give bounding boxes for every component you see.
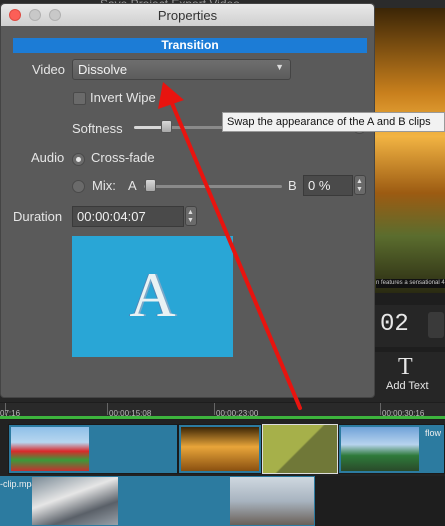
timeline-clip[interactable] [8,424,178,474]
transition-clip[interactable] [262,424,338,474]
ruler-tick-line [380,403,381,415]
preview-letter: A [129,259,176,330]
add-text-button[interactable]: Add Text [386,380,429,392]
preview-caption: n features a sensational 45 [376,279,445,288]
duration-label: Duration [13,209,63,224]
timecode-stepper[interactable] [428,312,444,338]
video-track-2[interactable]: -clip.mp4 [0,476,315,526]
timeline-clip[interactable] [178,424,262,474]
crossfade-radio[interactable] [72,153,85,166]
clip-thumbnail [230,477,314,525]
clip-thumbnail [341,427,419,471]
chevron-down-icon: ▼ [275,62,284,72]
mix-percent-stepper[interactable]: ▲ ▼ [354,175,366,195]
text-icon[interactable]: T [398,354,413,381]
clip-label: flow [425,428,442,438]
timecode-display: 02 [380,311,409,338]
mix-radio[interactable] [72,180,85,193]
mix-percent-field[interactable]: 0 % [303,175,353,196]
dialog-titlebar[interactable]: Properties [1,4,374,26]
video-label: Video [32,62,66,77]
transition-preview-thumbnail: A [72,236,233,357]
ruler-tick: 00:00:15:08 [109,409,152,418]
duration-field[interactable]: 00:00:04:07 [72,206,184,227]
mix-b-label: B [288,178,297,193]
video-transition-value: Dissolve [78,62,128,77]
ruler-tick: 07:16 [0,409,21,418]
mix-slider[interactable] [144,185,282,188]
video-transition-select[interactable]: Dissolve ▼ [72,59,291,80]
timeline-clip[interactable]: flow [338,424,445,474]
softness-slider[interactable] [134,126,226,129]
crossfade-label[interactable]: Cross-fade [91,150,155,165]
video-track-1: flow [0,420,445,476]
mix-label[interactable]: Mix: [92,178,116,193]
audio-label: Audio [31,150,65,165]
invert-wipe-label[interactable]: Invert Wipe [90,90,156,105]
clip-thumbnail [181,427,259,471]
clip-thumbnail [32,477,118,525]
ruler-tick-line [107,403,108,415]
mix-percent-value: 0 % [308,178,331,193]
mix-a-label: A [128,178,137,193]
mix-slider-handle[interactable] [145,179,156,192]
timeline-ruler[interactable]: 07:16 00:00:15:08 00:00:23:00 00:00:30:1… [0,403,445,419]
duration-stepper[interactable]: ▲ ▼ [185,206,197,226]
radio-selected-dot [76,157,81,162]
softness-slider-handle[interactable] [161,120,172,133]
softness-label: Softness [72,121,123,136]
ruler-tick: 00:00:23:00 [216,409,259,418]
transition-section-header: Transition [13,38,367,53]
properties-dialog: Properties Transition Video Dissolve ▼ I… [0,3,375,398]
dialog-title: Properties [157,8,218,23]
video-preview [375,8,445,293]
invert-wipe-tooltip: Swap the appearance of the A and B clips [222,112,445,132]
duration-value: 00:00:04:07 [77,209,146,224]
ruler-tick-line [214,403,215,415]
ruler-tick: 00:00:30:16 [382,409,425,418]
clip-thumbnail [11,427,89,471]
invert-wipe-checkbox[interactable] [73,92,86,105]
